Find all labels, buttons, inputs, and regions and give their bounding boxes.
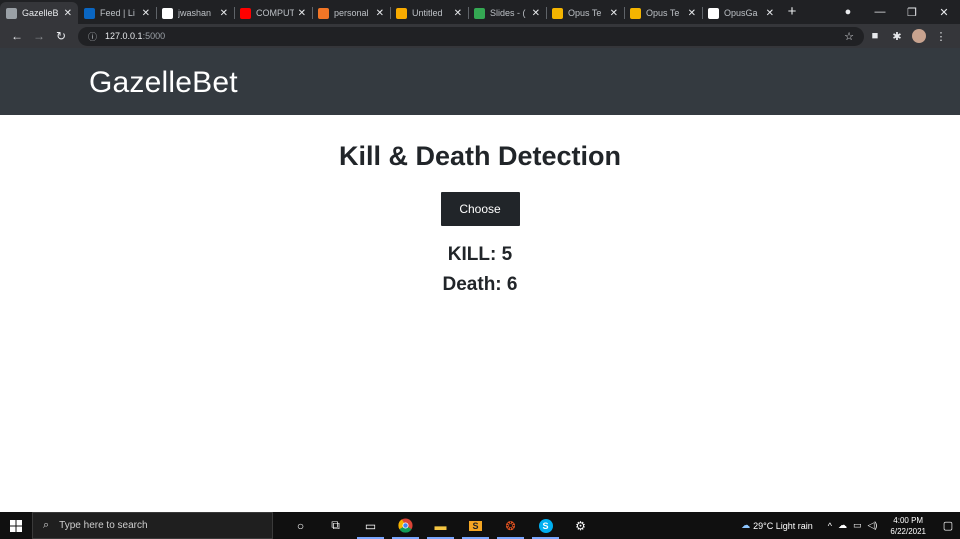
volume-icon[interactable]: ◁) [867, 520, 877, 531]
taskbar-search-box[interactable]: ⌕ Type here to search [32, 512, 273, 539]
taskbar-clock[interactable]: 4:00 PM 6/22/2021 [890, 515, 926, 537]
browser-tab[interactable]: Feed | Li ✕ [78, 2, 156, 24]
clock-date: 6/22/2021 [890, 526, 926, 536]
address-bar[interactable]: ⓘ 127.0.0.1:5000 ☆ [78, 26, 864, 46]
close-tab-icon[interactable]: ✕ [766, 8, 774, 19]
network-icon[interactable]: ▭ [853, 520, 862, 531]
onedrive-cloud-icon[interactable]: ☁ [838, 520, 847, 531]
linkedin-icon [84, 7, 95, 19]
reload-icon[interactable]: ↻ [50, 29, 72, 43]
back-arrow-icon[interactable]: ← [6, 29, 28, 43]
taskbar-search-placeholder: Type here to search [59, 520, 148, 531]
forward-arrow-icon[interactable]: → [28, 29, 50, 43]
slides-icon [552, 7, 563, 19]
windows-start-button[interactable] [0, 512, 32, 539]
restore-icon[interactable]: ❐ [896, 6, 928, 19]
browser-tab-title: Opus Te [646, 8, 680, 18]
browser-tab-title: GazelleB [22, 8, 59, 18]
close-tab-icon[interactable]: ✕ [220, 8, 228, 19]
colab-icon [396, 7, 407, 19]
browser-tab[interactable]: Opus Te ✕ [624, 2, 702, 24]
browser-tab-title: COMPUT [256, 8, 294, 18]
choose-button[interactable]: Choose [440, 192, 520, 226]
close-tab-icon[interactable]: ✕ [142, 8, 150, 19]
jupyter-icon [318, 7, 329, 19]
chevron-up-icon[interactable]: ^ [828, 521, 832, 531]
slides-icon [630, 7, 641, 19]
page-title: Kill & Death Detection [338, 141, 622, 171]
close-tab-icon[interactable]: ✕ [454, 8, 462, 19]
github-icon [708, 7, 719, 19]
taskbar-apps: ○ ⧉ ▭ ▬ S ❂ S ⚙ [283, 512, 598, 539]
url-host: 127.0.0.1 [105, 31, 143, 41]
system-tray: ☁ 29°C Light rain ^ ☁ ▭ ◁) 4:00 PM 6/22/… [738, 515, 960, 537]
chrome-logo-icon [398, 518, 413, 533]
window-controls: ● — ❐ ✕ [832, 0, 960, 24]
close-tab-icon[interactable]: ✕ [532, 8, 540, 19]
weather-text[interactable]: 29°C Light rain [753, 521, 813, 531]
tab-list: GazelleB ✕ Feed | Li ✕ jwashan ✕ COMPUT ✕ person… [0, 0, 780, 24]
browser-tab-title: Untitled [412, 8, 443, 18]
settings-gear-icon[interactable]: ⚙ [563, 512, 598, 539]
close-tab-icon[interactable]: ✕ [64, 8, 72, 19]
browser-tab-title: OpusGa [724, 8, 758, 18]
cortana-icon[interactable]: ○ [283, 512, 318, 539]
browser-tab[interactable]: personal ✕ [312, 2, 390, 24]
vscode-app-icon[interactable]: ▭ [353, 512, 388, 539]
windows-logo-icon [10, 519, 22, 532]
browser-tab-title: Opus Te [568, 8, 602, 18]
browser-tab-title: personal [334, 8, 369, 18]
bookmark-star-icon[interactable]: ☆ [844, 30, 854, 43]
weather-cloud-icon: ☁ [741, 520, 751, 530]
puzzle-extensions-icon[interactable]: ✱ [886, 30, 908, 43]
windows-taskbar: ⌕ Type here to search ○ ⧉ ▭ ▬ S ❂ S ⚙ ☁ … [0, 512, 960, 539]
browser-tab[interactable]: jwashan ✕ [156, 2, 234, 24]
search-icon: ⌕ [43, 519, 50, 531]
globe-icon [6, 7, 17, 19]
browser-tab-title: Slides - ( [490, 8, 526, 18]
browser-tab[interactable]: GazelleB ✕ [0, 2, 78, 24]
death-count: Death: 6 [442, 274, 518, 295]
browser-tab-title: Feed | Li [100, 8, 135, 18]
drive-icon [474, 7, 485, 19]
notification-center-icon[interactable]: ▢ [936, 519, 960, 532]
clock-time: 4:00 PM [893, 515, 924, 525]
github-icon [162, 7, 173, 19]
close-tab-icon[interactable]: ✕ [610, 8, 618, 19]
close-window-icon[interactable]: ✕ [928, 6, 960, 19]
browser-tab[interactable]: Slides - ( ✕ [468, 2, 546, 24]
skype-icon[interactable]: S [528, 512, 563, 539]
close-tab-icon[interactable]: ✕ [298, 8, 306, 19]
youtube-icon [240, 7, 251, 19]
main-content: Kill & Death Detection Choose KILL: 5 De… [0, 115, 960, 512]
menu-kebab-icon[interactable]: ⋮ [930, 30, 952, 43]
info-icon[interactable]: ⓘ [88, 30, 97, 43]
chrome-app-icon[interactable] [388, 512, 423, 539]
file-explorer-icon[interactable]: ▬ [423, 512, 458, 539]
new-tab-button[interactable]: + [780, 2, 804, 24]
browser-tab[interactable]: Untitled ✕ [390, 2, 468, 24]
browser-toolbar: ← → ↻ ⓘ 127.0.0.1:5000 ☆ ■ ✱ ⋮ [0, 24, 960, 48]
browser-tab[interactable]: OpusGa ✕ [702, 2, 780, 24]
profile-avatar[interactable] [912, 29, 926, 43]
close-tab-icon[interactable]: ✕ [376, 8, 384, 19]
kill-count: KILL: 5 [447, 244, 513, 265]
minimize-icon[interactable]: — [864, 6, 896, 18]
brand-logo-text[interactable]: GazelleBet [89, 66, 238, 100]
sublime-text-icon[interactable]: S [458, 512, 493, 539]
browser-tab-strip: GazelleB ✕ Feed | Li ✕ jwashan ✕ COMPUT ✕ person… [0, 0, 960, 24]
close-tab-icon[interactable]: ✕ [688, 8, 696, 19]
url-port: :5000 [142, 31, 166, 41]
app-navbar: GazelleBet [0, 48, 960, 115]
browser-tab-title: jwashan [178, 8, 212, 18]
extension-icon[interactable]: ■ [864, 30, 886, 42]
browser-tab[interactable]: Opus Te ✕ [546, 2, 624, 24]
browser-tab[interactable]: COMPUT ✕ [234, 2, 312, 24]
ubuntu-app-icon[interactable]: ❂ [493, 512, 528, 539]
tab-search-icon[interactable]: ● [832, 6, 864, 18]
task-view-icon[interactable]: ⧉ [318, 512, 353, 539]
